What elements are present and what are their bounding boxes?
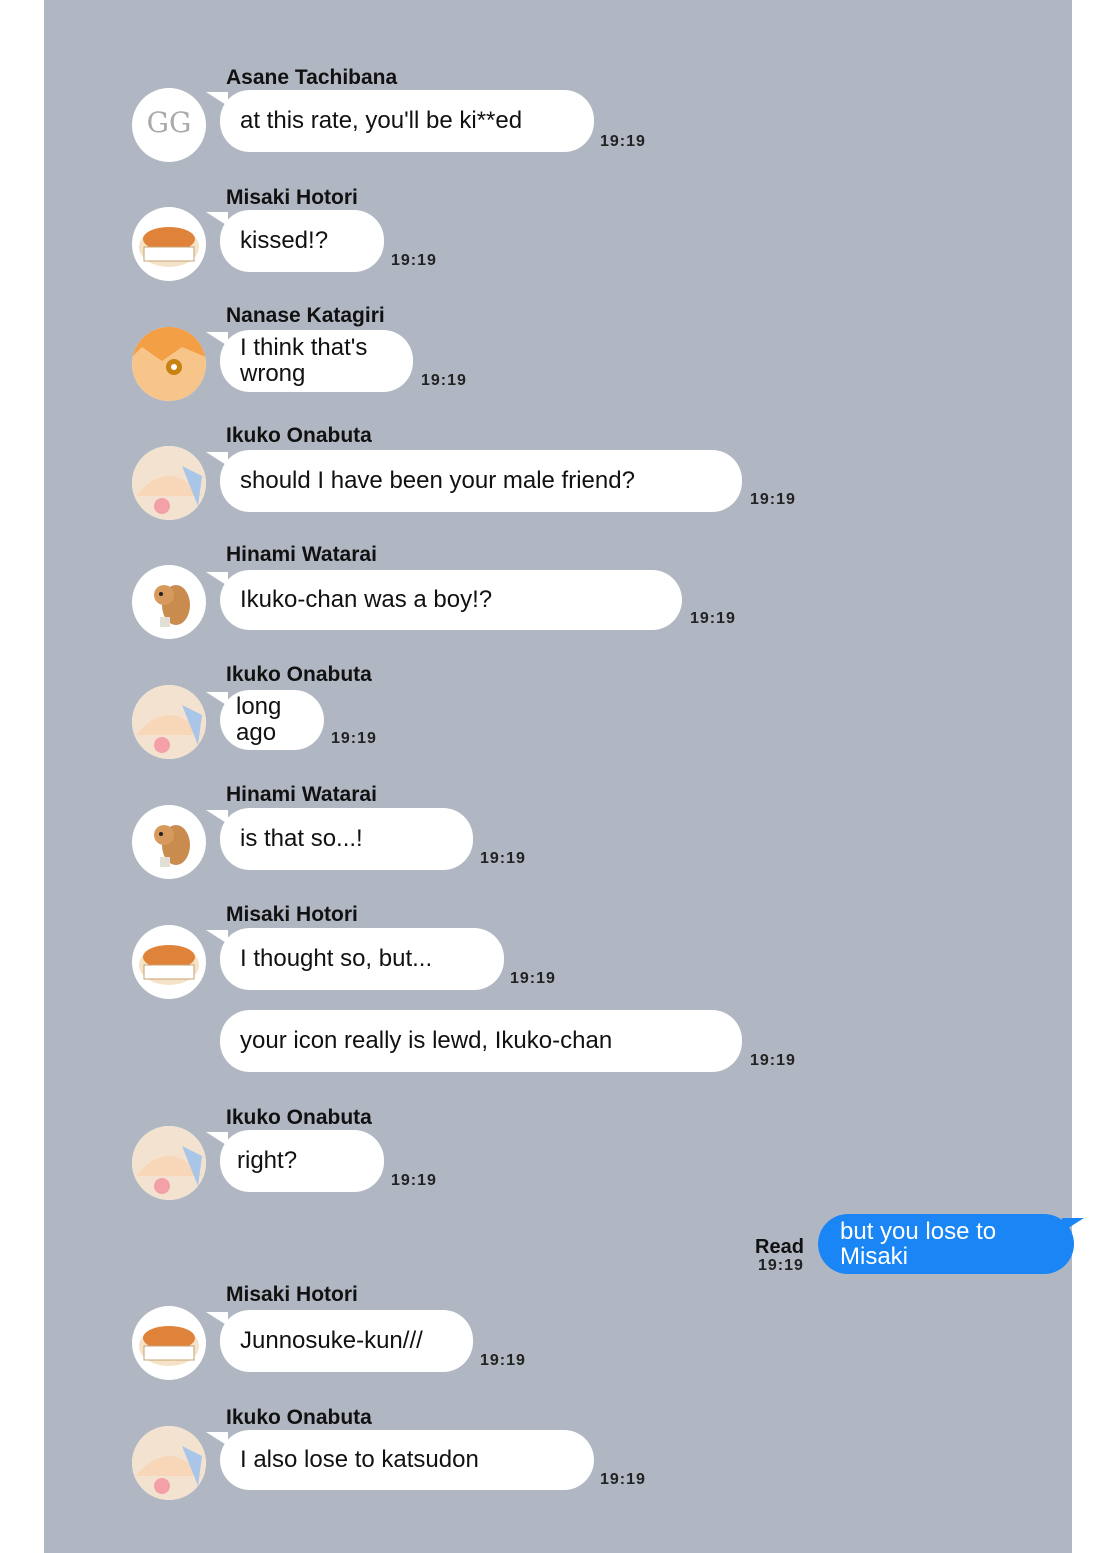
sender-name: Hinami Watarai [226,543,377,566]
message-bubble[interactable]: at this rate, you'll be ki**ed [206,90,594,152]
sender-name: Ikuko Onabuta [226,663,372,686]
anime-girl-icon[interactable] [132,327,206,401]
message-text: your icon really is lewd, Ikuko-chan [240,1027,613,1054]
katsudon-icon[interactable] [132,925,206,999]
message-time: 19:19 [690,610,736,627]
message-bubble[interactable]: Junnosuke-kun/// [206,1310,473,1372]
message-text: I think that's wrong [240,334,368,387]
read-receipt: Read [755,1236,804,1258]
message-bubble[interactable]: kissed!? [206,210,384,272]
sender-name: Asane Tachibana [226,66,398,89]
message-text: I also lose to katsudon [240,1446,479,1473]
sender-name: Ikuko Onabuta [226,1106,372,1129]
message-bubble[interactable]: I also lose to katsudon [206,1430,594,1490]
message-bubble[interactable]: should I have been your male friend? [206,450,742,512]
gg-logo-icon[interactable]: GG [132,88,206,162]
message-text: kissed!? [240,227,329,254]
sender-name: Misaki Hotori [226,1283,358,1306]
message-bubble[interactable]: is that so...! [206,808,473,870]
message-text: should I have been your male friend? [240,467,635,494]
message-time: 19:19 [480,1352,526,1369]
message-time: 19:19 [480,850,526,867]
message-text: is that so...! [240,825,363,852]
message-time: 19:19 [750,1052,796,1069]
message-text: at this rate, you'll be ki**ed [240,107,523,134]
katsudon-icon[interactable] [132,1306,206,1380]
squirrel-icon[interactable] [132,805,206,879]
outgoing-message-bubble[interactable]: but you lose to Misaki [818,1214,1084,1274]
sender-name: Ikuko Onabuta [226,424,372,447]
message-time: 19:19 [391,252,437,269]
message-text: Ikuko-chan was a boy!? [240,586,493,613]
message-text: long ago [236,693,282,746]
message-bubble[interactable]: your icon really is lewd, Ikuko-chan [220,1010,742,1072]
message-time: 19:19 [750,491,796,508]
message-time: 19:19 [391,1172,437,1189]
message-time: 19:19 [600,133,646,150]
sender-name: Nanase Katagiri [226,304,385,327]
ikuko-icon[interactable] [132,1426,206,1500]
squirrel-icon[interactable] [132,565,206,639]
message-text: right? [237,1147,298,1174]
message-time: 19:19 [421,372,467,389]
ikuko-icon[interactable] [132,685,206,759]
svg-text:GG: GG [147,106,192,139]
sender-name: Misaki Hotori [226,186,358,209]
message-time: 19:19 [331,730,377,747]
message-text: I thought so, but... [240,945,433,972]
message-time: 19:19 [758,1257,804,1274]
message-bubble[interactable]: long ago [206,690,324,750]
ikuko-icon[interactable] [132,1126,206,1200]
ikuko-icon[interactable] [132,446,206,520]
message-time: 19:19 [510,970,556,987]
katsudon-icon[interactable] [132,207,206,281]
sender-name: Hinami Watarai [226,783,377,806]
message-bubble[interactable]: I thought so, but... [206,928,504,990]
message-text: but you lose to Misaki [840,1218,997,1270]
sender-name: Misaki Hotori [226,903,358,926]
message-time: 19:19 [600,1471,646,1488]
message-text: Junnosuke-kun/// [240,1327,423,1354]
message-bubble[interactable]: I think that's wrong [206,330,413,392]
sender-name: Ikuko Onabuta [226,1406,372,1429]
message-bubble[interactable]: Ikuko-chan was a boy!? [206,570,682,630]
message-bubble[interactable]: right? [206,1130,384,1192]
chat-background: Asane Tachibana GG at this rate, you'll … [44,0,1084,1553]
